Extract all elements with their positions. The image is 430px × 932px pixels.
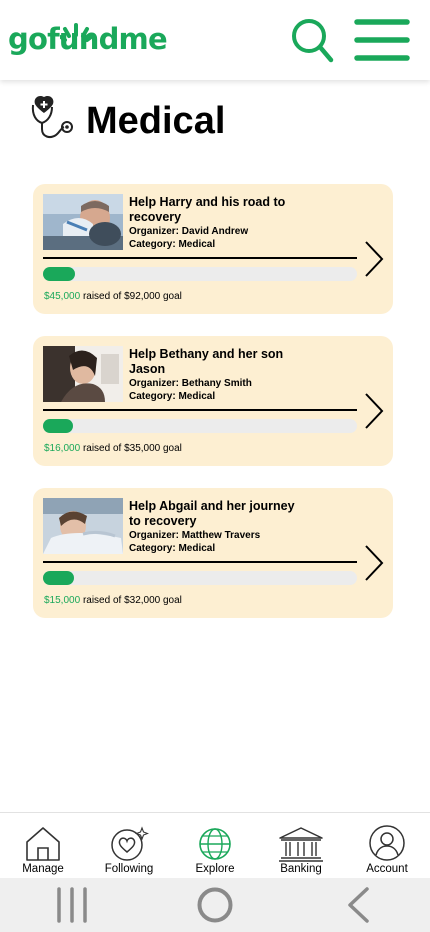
logo-sun-icon (60, 23, 92, 42)
search-icon (292, 19, 334, 63)
campaign-organizer: Organizer: David Andrew (129, 226, 249, 237)
chevron-right-icon[interactable] (362, 543, 386, 583)
raised-text: $16,000 raised of $35,000 goal (44, 443, 182, 454)
divider-line (43, 257, 357, 259)
campaign-card[interactable]: Help Abgail and her journey to recovery … (33, 488, 393, 618)
menu-button[interactable] (354, 17, 410, 63)
goal-text: raised of $32,000 goal (82, 595, 182, 606)
campaign-card[interactable]: Help Bethany and her son Jason Organizer… (33, 336, 393, 466)
bank-icon (279, 827, 323, 862)
raised-amount: $45,000 (44, 291, 81, 302)
campaign-card[interactable]: Help Harry and his road to recovery Orga… (33, 184, 393, 314)
back-chevron-icon (348, 887, 370, 923)
recent-apps-icon (56, 887, 87, 923)
tab-label: Account (366, 863, 408, 875)
divider-line (43, 561, 357, 563)
goal-text: raised of $92,000 goal (82, 291, 182, 302)
page-title-row: Medical (30, 92, 225, 143)
back-button[interactable] (328, 880, 388, 930)
campaign-title: Help Harry and his road to recovery (129, 195, 286, 224)
page-title: Medical (86, 100, 226, 142)
progress-fill (43, 571, 74, 585)
user-circle-icon (369, 825, 405, 861)
divider-line (43, 409, 357, 411)
campaign-title: Help Bethany and her son Jason (129, 347, 284, 376)
campaign-photo (43, 194, 123, 250)
stethoscope-heart-icon (31, 95, 73, 138)
campaign-photo (43, 346, 123, 402)
globe-icon (199, 828, 231, 860)
house-icon (26, 827, 60, 861)
campaign-category: Category: Medical (129, 239, 216, 250)
raised-text: $45,000 raised of $92,000 goal (44, 291, 182, 302)
campaign-category: Category: Medical (129, 543, 216, 554)
progress-fill (43, 419, 74, 433)
campaign-category: Category: Medical (129, 391, 216, 402)
tab-manage[interactable]: Manage (0, 826, 86, 878)
system-navigation-bar (0, 878, 430, 932)
home-circle-icon (197, 887, 233, 923)
tab-label: Manage (22, 863, 64, 875)
campaign-organizer: Organizer: Bethany Smith (129, 378, 252, 389)
goal-text: raised of $35,000 goal (82, 443, 182, 454)
progress-bar (43, 267, 357, 281)
chevron-right-icon[interactable] (362, 391, 386, 431)
tab-explore[interactable]: Explore (172, 826, 258, 878)
raised-text: $15,000 raised of $32,000 goal (44, 595, 182, 606)
hamburger-menu-icon (354, 19, 410, 61)
campaign-photo (43, 498, 123, 554)
tab-following[interactable]: Following (86, 826, 172, 878)
campaign-organizer: Organizer: Matthew Travers (129, 530, 261, 541)
chevron-right-icon[interactable] (362, 239, 386, 279)
app-header: gofundme (0, 0, 430, 80)
tab-label: Banking (280, 863, 322, 875)
raised-amount: $16,000 (44, 443, 81, 454)
raised-amount: $15,000 (44, 595, 81, 606)
search-button[interactable] (290, 17, 334, 63)
tab-account[interactable]: Account (344, 824, 430, 878)
progress-bar (43, 419, 357, 433)
progress-bar (43, 571, 357, 585)
progress-fill (43, 267, 76, 281)
bottom-tab-bar: Manage Following Explore Banking Account (0, 812, 430, 878)
gofundme-logo[interactable]: gofundme (8, 12, 168, 68)
recent-apps-button[interactable] (42, 880, 102, 930)
tab-label: Explore (195, 863, 235, 875)
tab-banking[interactable]: Banking (258, 826, 344, 878)
heart-sparkle-icon (111, 826, 149, 861)
tab-label: Following (104, 863, 154, 875)
campaign-title: Help Abgail and her journey to recovery (129, 499, 295, 528)
home-button[interactable] (185, 880, 245, 930)
